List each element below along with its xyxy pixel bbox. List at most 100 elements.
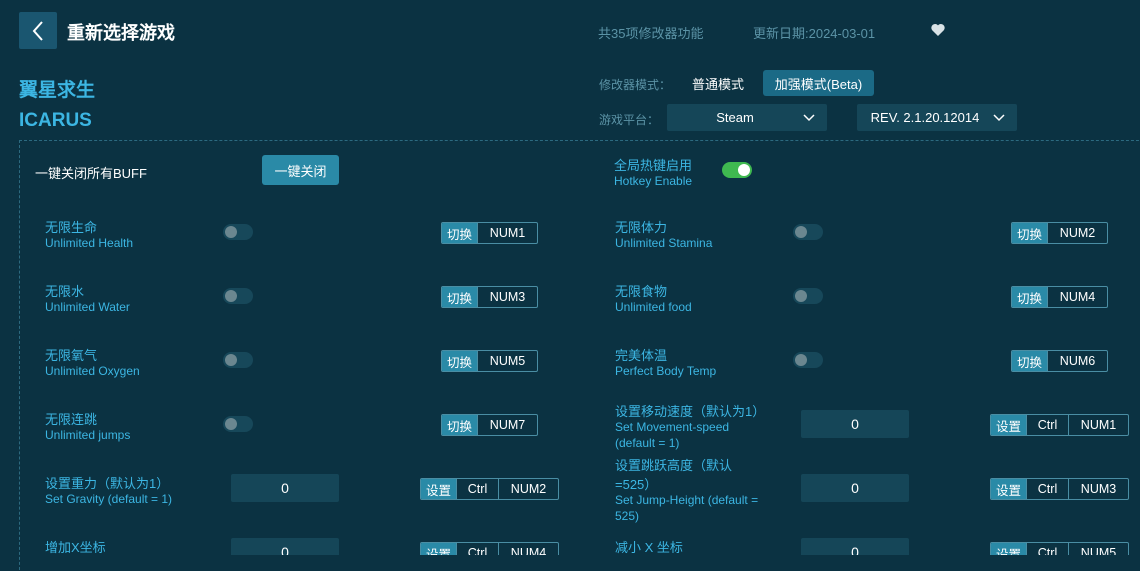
option-label-en: Unlimited Water — [45, 300, 130, 314]
hotkey-key: NUM2 — [1047, 223, 1107, 243]
movement-speed-input[interactable]: 0 — [801, 410, 909, 438]
toggle-knob — [795, 226, 807, 238]
increase-x-input[interactable]: 0 — [231, 538, 339, 555]
hotkey-binding[interactable]: 设置 Ctrl NUM2 — [420, 478, 559, 500]
hotkey-key: NUM5 — [477, 351, 537, 371]
hotkey-key: NUM4 — [1047, 287, 1107, 307]
option-label-en: Perfect Body Temp — [615, 364, 717, 378]
setting-label-en: Set Jump-Height (default = — [615, 493, 759, 507]
chevron-down-icon — [993, 113, 1005, 121]
platform-label: 游戏平台： — [599, 113, 660, 127]
hotkey-tag: 设置 — [991, 479, 1027, 499]
version-select[interactable]: REV. 2.1.20.12014 — [857, 104, 1017, 131]
setting-label-en-2: (default = 1) — [615, 436, 680, 450]
row-6-clip: 增加X坐标 0 设置 Ctrl NUM4 减小 X 坐标 0 设置 Ctrl N… — [0, 536, 1140, 555]
hotkey-tag: 切换 — [442, 351, 478, 371]
game-name-en: ICARUS — [19, 110, 92, 131]
perfect-body-temp-toggle[interactable] — [793, 352, 823, 368]
hotkey-modifier: Ctrl — [456, 543, 498, 555]
hotkey-tag: 设置 — [991, 415, 1027, 435]
unlimited-food-toggle[interactable] — [793, 288, 823, 304]
hotkey-binding[interactable]: 设置 Ctrl NUM3 — [990, 478, 1129, 500]
toggle-knob — [225, 354, 237, 366]
toggle-knob — [795, 290, 807, 302]
option-label-cn: 无限水 — [45, 284, 85, 299]
option-label-en: Unlimited jumps — [45, 428, 131, 442]
hotkey-tag: 切换 — [1012, 351, 1048, 371]
mode-label: 修改器模式： — [599, 78, 672, 92]
unlimited-jumps-toggle[interactable] — [223, 416, 253, 432]
hotkey-binding[interactable]: 切换 NUM7 — [441, 414, 538, 436]
hotkey-key: NUM7 — [477, 415, 537, 435]
unlimited-oxygen-toggle[interactable] — [223, 352, 253, 368]
setting-label-cn: 设置移动速度（默认为1） — [615, 404, 766, 419]
setting-label-cn: 增加X坐标 — [45, 540, 106, 555]
hotkey-binding[interactable]: 切换 NUM6 — [1011, 350, 1108, 372]
hotkey-binding[interactable]: 切换 NUM4 — [1011, 286, 1108, 308]
unlimited-health-toggle[interactable] — [223, 224, 253, 240]
hotkey-key: NUM4 — [498, 543, 558, 555]
platform-value: Steam — [716, 110, 754, 125]
platform-select[interactable]: Steam — [667, 104, 827, 131]
option-label-cn: 无限生命 — [45, 220, 98, 235]
options-panel — [19, 140, 1140, 571]
hotkey-label-en: Hotkey Enable — [614, 174, 693, 188]
chevron-down-icon — [803, 113, 815, 121]
hotkey-modifier: Ctrl — [1026, 543, 1068, 555]
hotkey-modifier: Ctrl — [456, 479, 498, 499]
hotkey-tag: 切换 — [1012, 287, 1048, 307]
jump-height-input[interactable]: 0 — [801, 474, 909, 502]
setting-label-cn: 设置跳跃高度（默认 — [615, 458, 733, 473]
hotkey-key: NUM1 — [1068, 415, 1128, 435]
option-label-cn: 无限食物 — [615, 284, 668, 299]
decrease-x-input[interactable]: 0 — [801, 538, 909, 555]
option-label-en: Unlimited Stamina — [615, 236, 713, 250]
close-buff-label: 一键关闭所有BUFF — [35, 166, 147, 181]
hotkey-binding[interactable]: 切换 NUM3 — [441, 286, 538, 308]
mode-normal-button[interactable]: 普通模式 — [682, 70, 754, 96]
toggle-knob — [225, 418, 237, 430]
heart-icon[interactable] — [930, 22, 946, 38]
hotkey-key: NUM3 — [1068, 479, 1128, 499]
hotkey-key: NUM1 — [477, 223, 537, 243]
hotkey-key: NUM3 — [477, 287, 537, 307]
option-label-en: Unlimited Oxygen — [45, 364, 140, 378]
update-date: 更新日期:2024-03-01 — [753, 26, 876, 41]
hotkey-binding[interactable]: 切换 NUM1 — [441, 222, 538, 244]
hotkey-tag: 切换 — [442, 223, 478, 243]
hotkey-tag: 切换 — [1012, 223, 1048, 243]
hotkey-modifier: Ctrl — [1026, 479, 1068, 499]
toggle-knob — [225, 290, 237, 302]
setting-label-en-2: 525) — [615, 509, 640, 523]
unlimited-water-toggle[interactable] — [223, 288, 253, 304]
hotkey-binding[interactable]: 设置 Ctrl NUM1 — [990, 414, 1129, 436]
option-label-cn: 无限体力 — [615, 220, 668, 235]
page-title: 重新选择游戏 — [67, 23, 175, 43]
feature-count: 共35项修改器功能 — [598, 26, 704, 41]
toggle-knob — [738, 164, 750, 176]
version-value: REV. 2.1.20.12014 — [870, 110, 980, 125]
hotkey-key: NUM2 — [498, 479, 558, 499]
hotkey-key: NUM6 — [1047, 351, 1107, 371]
mode-beta-button[interactable]: 加强模式(Beta) — [763, 70, 874, 96]
option-label-cn: 无限氧气 — [45, 348, 98, 363]
hotkey-modifier: Ctrl — [1026, 415, 1068, 435]
unlimited-stamina-toggle[interactable] — [793, 224, 823, 240]
hotkey-tag: 切换 — [442, 415, 478, 435]
close-all-button[interactable]: 一键关闭 — [262, 155, 339, 185]
option-label-cn: 完美体温 — [615, 348, 668, 363]
toggle-knob — [795, 354, 807, 366]
hotkey-key: NUM5 — [1068, 543, 1128, 555]
back-button[interactable] — [19, 12, 57, 49]
hotkey-binding[interactable]: 设置 Ctrl NUM4 — [420, 542, 559, 555]
setting-label-en: Set Gravity (default = 1) — [45, 492, 173, 506]
toggle-knob — [225, 226, 237, 238]
hotkey-binding[interactable]: 设置 Ctrl NUM5 — [990, 542, 1129, 555]
option-label-en: Unlimited food — [615, 300, 692, 314]
option-label-en: Unlimited Health — [45, 236, 134, 250]
hotkey-toggle[interactable] — [722, 162, 752, 178]
hotkey-label-cn: 全局热键启用 — [614, 158, 693, 173]
hotkey-binding[interactable]: 切换 NUM5 — [441, 350, 538, 372]
hotkey-binding[interactable]: 切换 NUM2 — [1011, 222, 1108, 244]
gravity-input[interactable]: 0 — [231, 474, 339, 502]
